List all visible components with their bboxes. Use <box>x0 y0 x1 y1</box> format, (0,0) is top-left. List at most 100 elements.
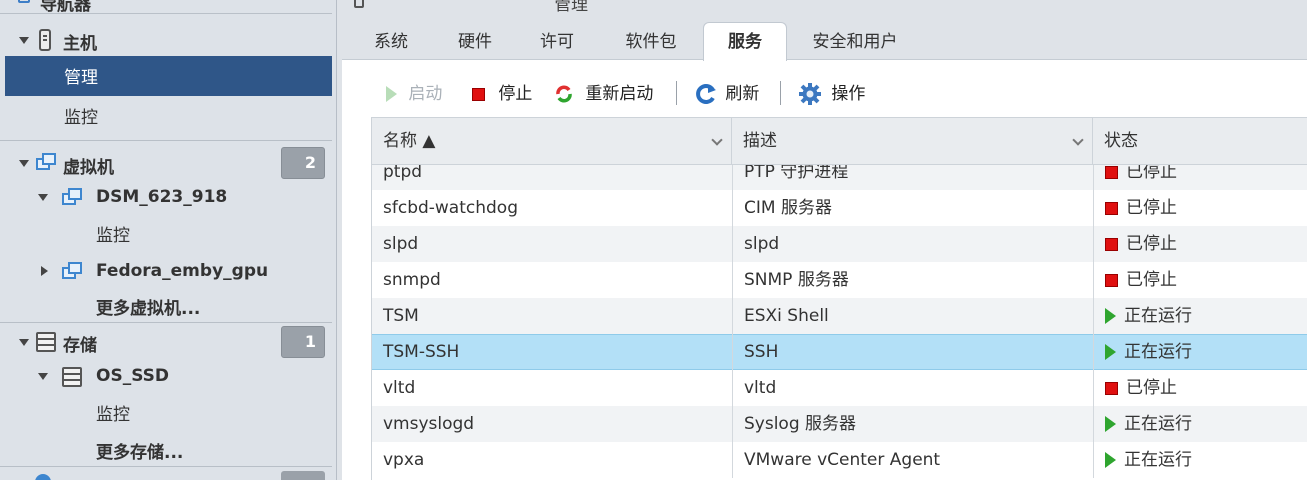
running-icon <box>1105 308 1116 324</box>
tree-item-vm-fedora[interactable]: Fedora_emby_gpu <box>0 257 332 287</box>
grid-header: 名称 ▲ 描述 状态 <box>372 117 1307 165</box>
start-button[interactable]: 启动 <box>386 80 442 108</box>
navigator-header: 导航器 <box>0 0 332 15</box>
tree-label-ds-monitor: 监控 <box>96 405 130 425</box>
column-header-status[interactable]: 状态 <box>1093 118 1307 165</box>
cell-service-name: snmpd <box>383 270 441 290</box>
tab-hardware[interactable]: 硬件 <box>438 24 512 60</box>
chevron-down-icon[interactable] <box>711 134 723 146</box>
tree-item-ds-os-ssd[interactable]: OS_SSD <box>0 362 332 392</box>
tree-label-ds-os-ssd: OS_SSD <box>96 366 170 386</box>
storage-icon <box>36 332 56 352</box>
tree-item-storage[interactable]: 存储 1 <box>0 326 332 360</box>
tab-security-users[interactable]: 安全和用户 <box>800 24 910 60</box>
running-icon <box>1105 452 1116 468</box>
tree-label-vm-dsm: DSM_623_918 <box>96 187 228 207</box>
tree-label-vm-dsm-monitor: 监控 <box>96 226 130 246</box>
status-text: 已停止 <box>1126 270 1177 290</box>
cell-service-description: PTP 守护进程 <box>732 165 1093 190</box>
cell-service-status: 已停止 <box>1093 370 1307 406</box>
status-text: 正在运行 <box>1124 342 1192 362</box>
restart-button[interactable]: 重新启动 <box>554 80 653 108</box>
tab-services[interactable]: 服务 <box>703 22 787 61</box>
status-text: 已停止 <box>1126 198 1177 218</box>
cell-service-description: VMware vCenter Agent <box>732 442 1093 478</box>
refresh-icon <box>696 84 716 104</box>
chevron-down-icon[interactable] <box>1072 134 1084 146</box>
cell-service-name: vmsyslogd <box>383 414 475 434</box>
cell-service-name: vltd <box>383 378 416 398</box>
main-panel: 管理 系统 硬件 许可 软件包 服务 安全和用户 启动 停止 重新启动 刷新 操… <box>342 0 1307 480</box>
table-row-selected[interactable]: TSM-SSH SSH 正在运行 <box>372 334 1307 370</box>
actions-label: 操作 <box>831 84 866 104</box>
cell-service-status: 已停止 <box>1093 190 1307 226</box>
table-row[interactable]: TSM ESXi Shell 正在运行 <box>372 298 1307 334</box>
caret-right-icon[interactable] <box>41 266 48 276</box>
cell-service-name: TSM <box>383 306 419 326</box>
cell-service-name: slpd <box>383 234 419 254</box>
cell-service-status: 正在运行 <box>1093 442 1307 478</box>
refresh-label: 刷新 <box>725 84 760 104</box>
vm-count-badge: 2 <box>281 147 325 179</box>
tree-item-ds-monitor[interactable]: 监控 <box>0 396 332 426</box>
table-row[interactable]: sfcbd-watchdog CIM 服务器 已停止 <box>372 190 1307 226</box>
status-text: 正在运行 <box>1124 450 1192 470</box>
actions-button[interactable]: 操作 <box>798 80 865 108</box>
tab-bar: 系统 硬件 许可 软件包 服务 安全和用户 <box>342 18 1307 61</box>
status-text: 已停止 <box>1126 234 1177 254</box>
stopped-icon <box>1105 237 1118 251</box>
table-row[interactable]: vpxa VMware vCenter Agent 正在运行 <box>372 442 1307 478</box>
refresh-button[interactable]: 刷新 <box>694 80 759 108</box>
table-row[interactable]: slpd slpd 已停止 <box>372 226 1307 262</box>
services-grid: 名称 ▲ 描述 状态 ptpd PTP 守护进程 已停止 sfcbd-watch <box>371 117 1307 480</box>
stop-button[interactable]: 停止 <box>472 80 532 108</box>
vm-icon <box>36 153 56 171</box>
services-toolbar: 启动 停止 重新启动 刷新 操作 <box>370 72 1300 116</box>
caret-down-icon[interactable] <box>19 37 29 44</box>
running-icon <box>1105 344 1116 360</box>
tree-item-vm-dsm-monitor[interactable]: 监控 <box>0 217 332 247</box>
network-icon <box>35 474 51 480</box>
tab-system[interactable]: 系统 <box>352 24 430 60</box>
caret-down-icon[interactable] <box>38 194 48 201</box>
host-icon <box>354 0 364 8</box>
more-storage-link[interactable]: 更多存储... <box>0 434 332 464</box>
table-row[interactable]: ptpd PTP 守护进程 已停止 <box>372 165 1307 190</box>
caret-down-icon[interactable] <box>19 339 29 346</box>
tree-label-more-vms: 更多虚拟机... <box>96 299 201 319</box>
more-vms-link[interactable]: 更多虚拟机... <box>0 290 332 320</box>
column-header-description[interactable]: 描述 <box>732 118 1093 165</box>
cell-service-description: vltd <box>732 370 1093 406</box>
status-text: 已停止 <box>1126 378 1177 398</box>
stopped-icon <box>1105 381 1118 395</box>
tree-item-manage[interactable]: 管理 <box>5 56 332 96</box>
cell-service-description: SNMP 服务器 <box>732 262 1093 298</box>
navigator-sidebar: 导航器 主机 管理 监控 虚拟机 2 DSM_623_918 监控 Fedora… <box>0 0 337 480</box>
tree-label-vm-fedora: Fedora_emby_gpu <box>96 261 269 281</box>
tab-packages[interactable]: 软件包 <box>606 24 696 60</box>
cell-service-status: 正在运行 <box>1093 334 1307 370</box>
stopped-icon <box>1105 165 1118 179</box>
column-header-name[interactable]: 名称 ▲ <box>372 118 732 165</box>
tree-item-host[interactable]: 主机 <box>0 25 332 55</box>
navigator-icon <box>18 0 30 3</box>
tree-item-vm-dsm[interactable]: DSM_623_918 <box>0 183 332 213</box>
caret-down-icon[interactable] <box>38 373 48 380</box>
tree-label-manage: 管理 <box>64 68 98 88</box>
table-row[interactable]: vltd vltd 已停止 <box>372 370 1307 406</box>
tree-label-host: 主机 <box>63 34 97 54</box>
table-row[interactable]: snmpd SNMP 服务器 已停止 <box>372 262 1307 298</box>
vm-icon <box>62 188 82 206</box>
tree-item-host-monitor[interactable]: 监控 <box>0 97 332 133</box>
grid-body: ptpd PTP 守护进程 已停止 sfcbd-watchdog CIM 服务器… <box>372 165 1307 480</box>
tree-item-vms[interactable]: 虚拟机 2 <box>0 147 332 181</box>
cell-service-name: ptpd <box>383 165 423 182</box>
caret-down-icon[interactable] <box>19 160 29 167</box>
storage-count-badge: 1 <box>281 326 325 358</box>
navigator-title: 导航器 <box>40 0 91 15</box>
tab-license[interactable]: 许可 <box>520 24 594 60</box>
table-row[interactable]: vmsyslogd Syslog 服务器 正在运行 <box>372 406 1307 442</box>
column-desc-label: 描述 <box>743 131 777 151</box>
cell-service-description: SSH <box>732 334 1093 370</box>
toolbar-separator <box>780 81 781 105</box>
